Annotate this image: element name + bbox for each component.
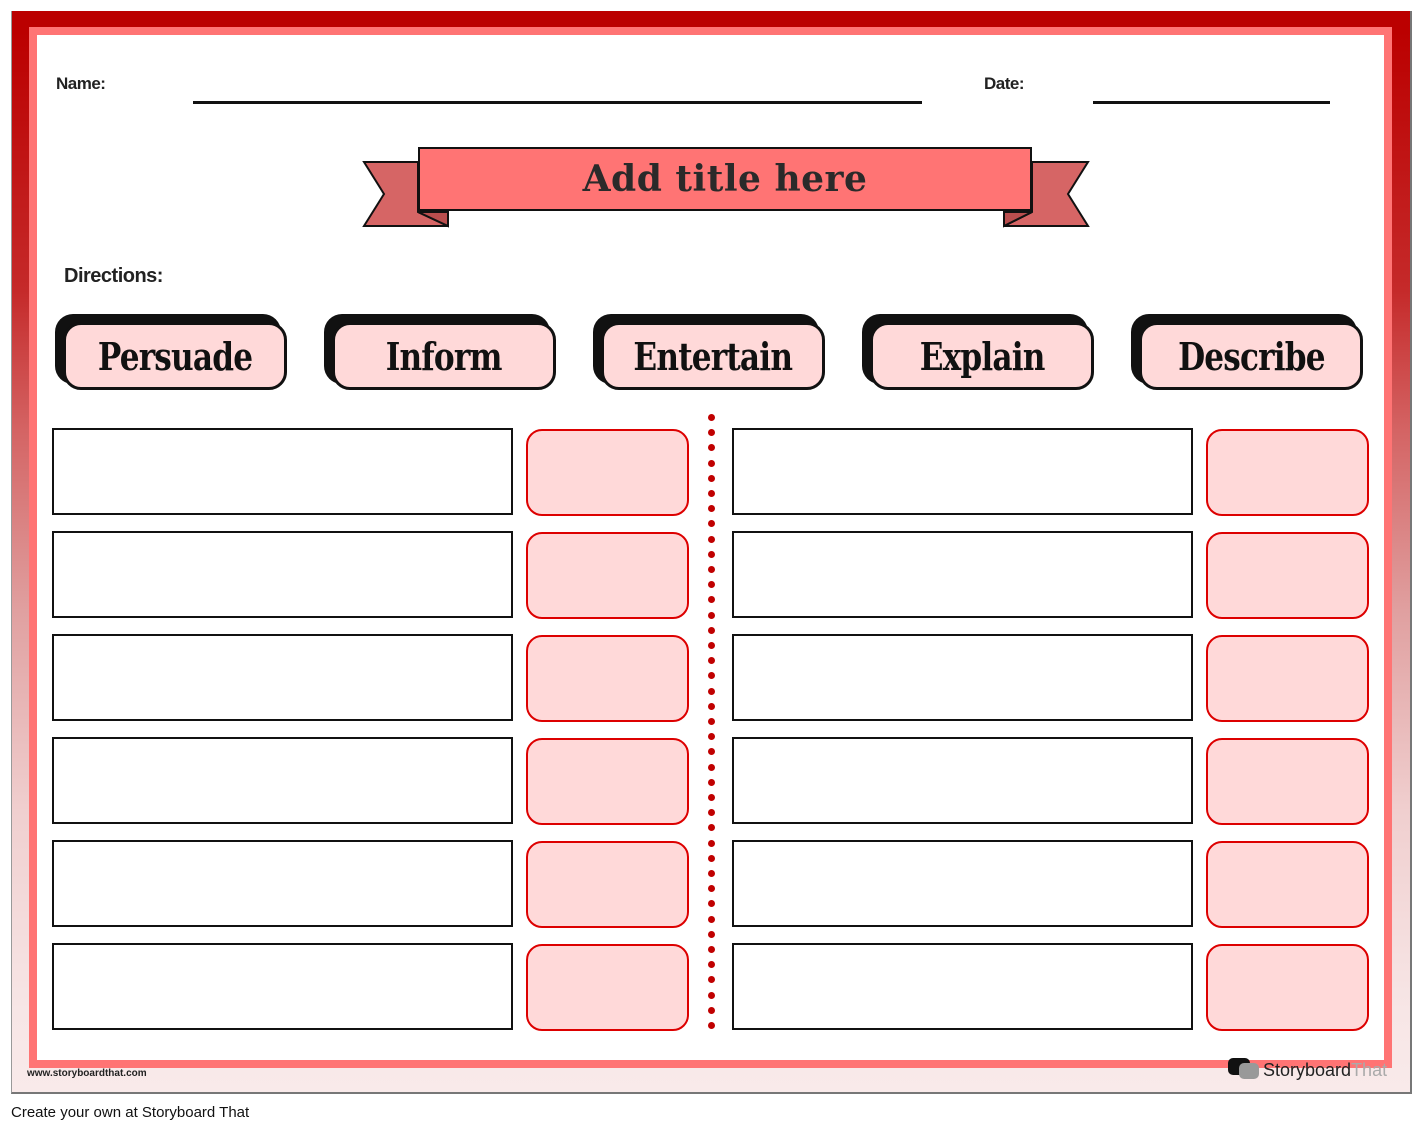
divider-dot [708, 764, 715, 771]
brand-logo[interactable]: StoryboardThat [1228, 1057, 1387, 1083]
writing-box[interactable] [52, 428, 513, 515]
divider-dot [708, 612, 715, 619]
title-banner: Add title here [362, 146, 1090, 228]
divider-dot [708, 627, 715, 634]
divider-dot [708, 779, 715, 786]
divider-dot [708, 900, 715, 907]
purpose-label: Entertain [633, 333, 794, 379]
purpose-answer-box[interactable] [526, 635, 689, 722]
purpose-answer-box[interactable] [526, 738, 689, 825]
divider-dot [708, 566, 715, 573]
title-field[interactable]: Add title here [418, 147, 1032, 211]
writing-box[interactable] [732, 428, 1193, 515]
purpose-label: Inform [386, 333, 503, 379]
divider-dot [708, 855, 715, 862]
writing-box[interactable] [52, 737, 513, 824]
divider-dot [708, 581, 715, 588]
divider-dot [708, 414, 715, 421]
divider-dot [708, 794, 715, 801]
divider-dot [708, 520, 715, 527]
divider-dot [708, 976, 715, 983]
divider-dot [708, 551, 715, 558]
purpose-answer-box[interactable] [526, 429, 689, 516]
divider-dot [708, 460, 715, 467]
divider-dot [708, 444, 715, 451]
divider-dot [708, 657, 715, 664]
divider-dot [708, 1007, 715, 1014]
divider-dot [708, 931, 715, 938]
divider-dot [708, 642, 715, 649]
purpose-answer-box[interactable] [1206, 738, 1369, 825]
divider-dot [708, 596, 715, 603]
purpose-entertain: Entertain [593, 314, 827, 392]
divider-dot [708, 688, 715, 695]
date-line[interactable] [1093, 101, 1330, 104]
title-text: Add title here [582, 158, 868, 200]
brand-name: StoryboardThat [1263, 1060, 1387, 1081]
divider-dot [708, 490, 715, 497]
purpose-answer-box[interactable] [526, 532, 689, 619]
purpose-label: Explain [919, 333, 1046, 379]
purpose-answer-box[interactable] [526, 841, 689, 928]
divider-dot [708, 992, 715, 999]
divider-dot [708, 475, 715, 482]
speech-bubbles-icon [1228, 1057, 1260, 1083]
purpose-answer-box[interactable] [1206, 635, 1369, 722]
purpose-explain: Explain [862, 314, 1096, 392]
divider-dot [708, 916, 715, 923]
writing-box[interactable] [732, 943, 1193, 1030]
divider-dot [708, 733, 715, 740]
divider-dot [708, 429, 715, 436]
writing-box[interactable] [732, 634, 1193, 721]
purpose-answer-box[interactable] [1206, 841, 1369, 928]
writing-box[interactable] [732, 531, 1193, 618]
writing-box[interactable] [732, 840, 1193, 927]
writing-box[interactable] [52, 943, 513, 1030]
writing-box[interactable] [52, 840, 513, 927]
writing-box[interactable] [52, 531, 513, 618]
divider-dot [708, 1022, 715, 1029]
purpose-persuade: Persuade [55, 314, 289, 392]
divider-dot [708, 870, 715, 877]
divider-dot [708, 824, 715, 831]
purpose-answer-box[interactable] [1206, 429, 1369, 516]
purpose-answer-box[interactable] [1206, 532, 1369, 619]
purpose-answer-box[interactable] [1206, 944, 1369, 1031]
divider-dot [708, 748, 715, 755]
divider-dot [708, 505, 715, 512]
divider-dot [708, 536, 715, 543]
divider-dot [708, 840, 715, 847]
directions-label: Directions: [64, 265, 163, 287]
purpose-label: Persuade [97, 333, 253, 379]
brand-part1: Storyboard [1263, 1059, 1352, 1080]
divider-dot [708, 809, 715, 816]
divider-dot [708, 946, 715, 953]
create-your-own-link[interactable]: Create your own at Storyboard That [11, 1104, 249, 1121]
purpose-inform: Inform [324, 314, 558, 392]
writing-box[interactable] [732, 737, 1193, 824]
divider-dot [708, 703, 715, 710]
writing-box[interactable] [52, 634, 513, 721]
purpose-describe: Describe [1131, 314, 1365, 392]
brand-part2: That [1351, 1059, 1388, 1080]
purpose-label: Describe [1177, 333, 1325, 379]
purpose-answer-box[interactable] [526, 944, 689, 1031]
name-label: Name: [56, 74, 106, 93]
name-line[interactable] [193, 101, 922, 104]
divider-dot [708, 885, 715, 892]
divider-dot [708, 961, 715, 968]
divider-dot [708, 718, 715, 725]
date-label: Date: [984, 74, 1025, 93]
footer-url[interactable]: www.storyboardthat.com [27, 1068, 147, 1079]
divider-dot [708, 672, 715, 679]
